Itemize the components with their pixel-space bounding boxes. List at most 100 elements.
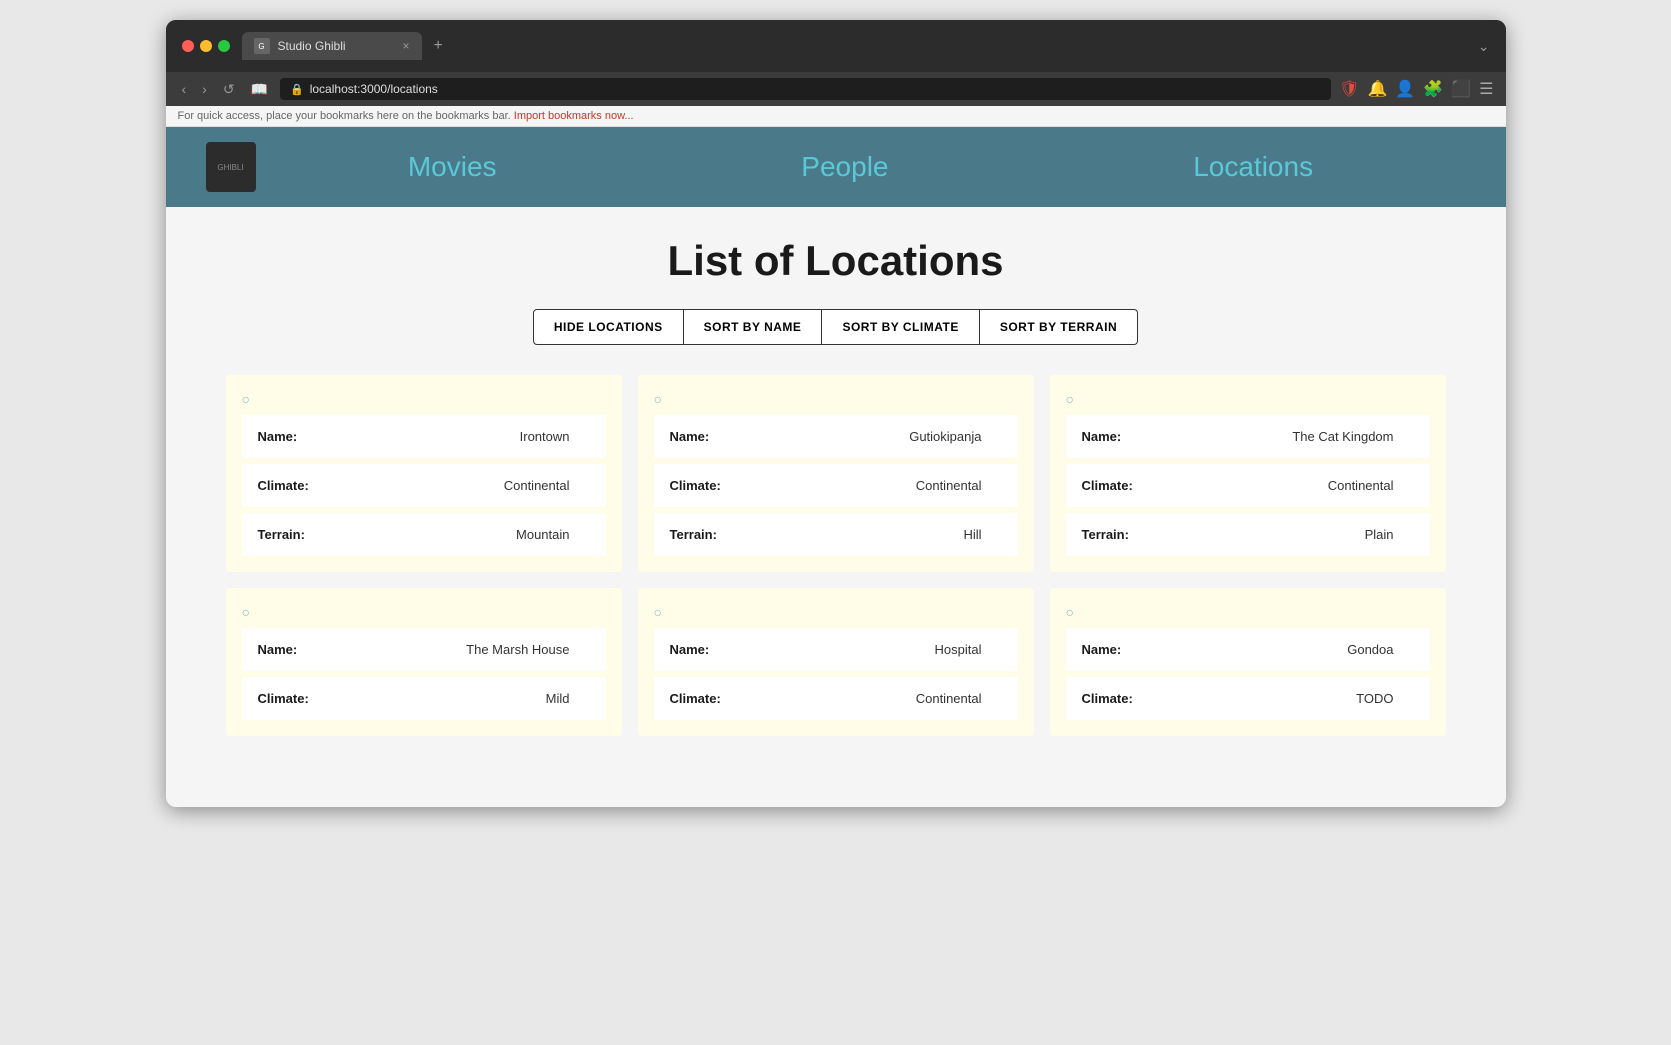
name-field: Name: The Cat Kingdom <box>1066 415 1430 458</box>
climate-field: Climate: Continental <box>654 464 1018 507</box>
card-bullet: ○ <box>1066 604 1430 620</box>
card-bullet: ○ <box>242 391 606 407</box>
sort-by-name-button[interactable]: SORT BY NAME <box>684 309 823 345</box>
climate-field: Climate: Continental <box>654 677 1018 720</box>
card-bullet: ○ <box>1066 391 1430 407</box>
sort-by-terrain-button[interactable]: SORT BY TERRAIN <box>980 309 1138 345</box>
terrain-field: Terrain: Mountain <box>242 513 606 556</box>
tab-title: Studio Ghibli <box>278 39 395 53</box>
tab-favicon: G <box>254 38 270 54</box>
card-fields: Name: The Cat Kingdom Climate: Continent… <box>1066 415 1430 556</box>
menu-icon[interactable]: ☰ <box>1479 79 1493 99</box>
location-card: ○ Name: Hospital Climate: Continental <box>638 588 1034 736</box>
reader-view-button[interactable]: 📖 <box>247 79 272 100</box>
terrain-label: Terrain: <box>670 527 750 542</box>
climate-label: Climate: <box>258 691 338 706</box>
reload-button[interactable]: ↺ <box>219 79 239 100</box>
address-bar[interactable]: 🔒 localhost:3000/locations <box>280 78 1331 100</box>
name-label: Name: <box>1082 429 1162 444</box>
card-fields: Name: Irontown Climate: Continental Terr… <box>242 415 606 556</box>
shield-icon: 🛡 <box>1339 79 1359 99</box>
address-bar-row: ‹ › ↺ 📖 🔒 localhost:3000/locations 🛡 🔔 👤… <box>166 72 1506 106</box>
climate-label: Climate: <box>1082 478 1162 493</box>
terrain-field: Terrain: Hill <box>654 513 1018 556</box>
name-value: Irontown <box>520 429 590 444</box>
new-tab-button[interactable]: + <box>426 33 451 59</box>
card-bullet: ○ <box>242 604 606 620</box>
climate-label: Climate: <box>1082 691 1162 706</box>
browser-tab[interactable]: G Studio Ghibli × <box>242 32 422 60</box>
nav-links: Movies People Locations <box>256 151 1466 183</box>
hide-locations-button[interactable]: HIDE LOCATIONS <box>533 309 684 345</box>
traffic-lights <box>182 40 230 52</box>
sort-by-climate-button[interactable]: SORT BY CLIMATE <box>822 309 979 345</box>
tab-bar: G Studio Ghibli × + <box>242 32 1466 60</box>
tab-close-icon[interactable]: × <box>402 39 409 53</box>
climate-value: Mild <box>546 691 590 706</box>
nav-locations[interactable]: Locations <box>1193 151 1313 183</box>
name-label: Name: <box>670 642 750 657</box>
nav-movies[interactable]: Movies <box>408 151 497 183</box>
minimize-button[interactable] <box>200 40 212 52</box>
name-value: The Cat Kingdom <box>1292 429 1413 444</box>
name-value: Hospital <box>935 642 1002 657</box>
climate-field: Climate: Continental <box>1066 464 1430 507</box>
climate-value: Continental <box>916 691 1002 706</box>
name-field: Name: Irontown <box>242 415 606 458</box>
location-card: ○ Name: Gutiokipanja Climate: Continenta… <box>638 375 1034 572</box>
name-value: Gutiokipanja <box>909 429 1001 444</box>
climate-field: Climate: Continental <box>242 464 606 507</box>
close-button[interactable] <box>182 40 194 52</box>
title-bar: G Studio Ghibli × + ⌄ <box>166 20 1506 72</box>
climate-label: Climate: <box>670 478 750 493</box>
page-title: List of Locations <box>226 237 1446 285</box>
nav-people[interactable]: People <box>801 151 888 183</box>
sidebar-icon[interactable]: ⬛ <box>1451 79 1471 99</box>
extensions-icon[interactable]: 🧩 <box>1423 79 1443 99</box>
name-field: Name: Gondoa <box>1066 628 1430 671</box>
browser-window: G Studio Ghibli × + ⌄ ‹ › ↺ 📖 🔒 localhos… <box>166 20 1506 807</box>
name-label: Name: <box>258 642 338 657</box>
climate-value: TODO <box>1356 691 1413 706</box>
terrain-value: Hill <box>963 527 1001 542</box>
climate-value: Continental <box>916 478 1002 493</box>
card-fields: Name: Gutiokipanja Climate: Continental … <box>654 415 1018 556</box>
climate-value: Continental <box>1328 478 1414 493</box>
site-nav: GHIBLI Movies People Locations <box>166 127 1506 207</box>
terrain-label: Terrain: <box>258 527 338 542</box>
profile-icon[interactable]: 👤 <box>1395 79 1415 99</box>
import-bookmarks-link[interactable]: Import bookmarks now... <box>514 110 634 122</box>
name-label: Name: <box>258 429 338 444</box>
url-text: localhost:3000/locations <box>310 82 438 96</box>
terrain-label: Terrain: <box>1082 527 1162 542</box>
location-card: ○ Name: Irontown Climate: Continental Te… <box>226 375 622 572</box>
window-controls[interactable]: ⌄ <box>1478 38 1490 55</box>
card-bullet: ○ <box>654 391 1018 407</box>
maximize-button[interactable] <box>218 40 230 52</box>
card-fields: Name: Hospital Climate: Continental <box>654 628 1018 720</box>
name-label: Name: <box>1082 642 1162 657</box>
name-field: Name: Gutiokipanja <box>654 415 1018 458</box>
bookmarks-bar: For quick access, place your bookmarks h… <box>166 106 1506 127</box>
lock-icon: 🔒 <box>290 83 304 96</box>
button-bar: HIDE LOCATIONS SORT BY NAME SORT BY CLIM… <box>226 309 1446 345</box>
location-card: ○ Name: The Cat Kingdom Climate: Contine… <box>1050 375 1446 572</box>
terrain-field: Terrain: Plain <box>1066 513 1430 556</box>
location-card: ○ Name: The Marsh House Climate: Mild <box>226 588 622 736</box>
alert-icon: 🔔 <box>1367 79 1387 99</box>
forward-button[interactable]: › <box>198 79 211 99</box>
name-label: Name: <box>670 429 750 444</box>
bookmarks-text: For quick access, place your bookmarks h… <box>178 110 511 122</box>
climate-value: Continental <box>504 478 590 493</box>
name-field: Name: The Marsh House <box>242 628 606 671</box>
climate-field: Climate: Mild <box>242 677 606 720</box>
climate-label: Climate: <box>258 478 338 493</box>
climate-field: Climate: TODO <box>1066 677 1430 720</box>
name-value: The Marsh House <box>466 642 589 657</box>
card-fields: Name: The Marsh House Climate: Mild <box>242 628 606 720</box>
name-field: Name: Hospital <box>654 628 1018 671</box>
terrain-value: Plain <box>1365 527 1414 542</box>
climate-label: Climate: <box>670 691 750 706</box>
card-fields: Name: Gondoa Climate: TODO <box>1066 628 1430 720</box>
back-button[interactable]: ‹ <box>178 79 191 99</box>
